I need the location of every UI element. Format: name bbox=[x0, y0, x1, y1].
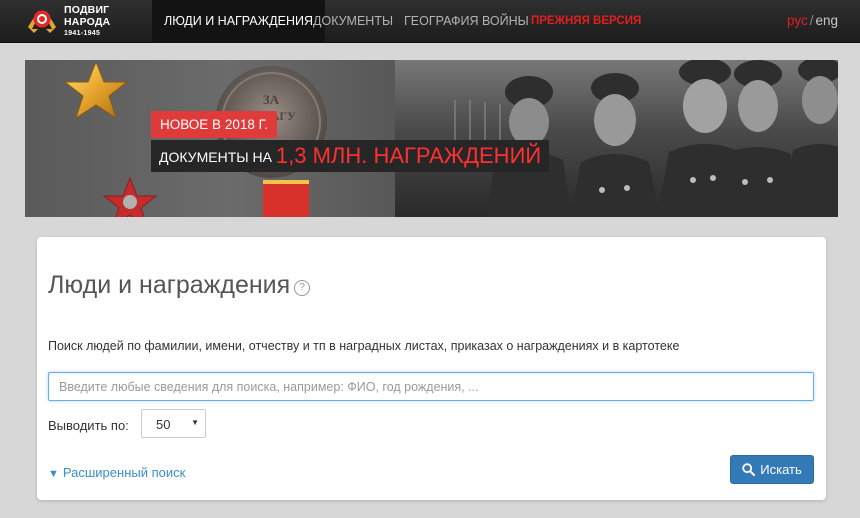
banner-artwork: ЗА ОТВАГУ bbox=[63, 60, 838, 217]
lang-separator: / bbox=[809, 13, 814, 28]
banner-headline-highlight: 1,3 МЛН. НАГРАЖДЕНИЙ bbox=[275, 143, 542, 168]
nav-people-awards[interactable]: ЛЮДИ И НАГРАЖДЕНИЯ bbox=[152, 0, 326, 42]
nav-war-geography[interactable]: ГЕОГРАФИЯ ВОЙНЫ bbox=[404, 0, 529, 42]
per-page-label: Выводить по: bbox=[48, 418, 129, 433]
advanced-search-link[interactable]: ▼ Расширенный поиск bbox=[48, 465, 185, 480]
search-button[interactable]: Искать bbox=[730, 455, 814, 484]
medal-text-1: ЗА bbox=[263, 92, 280, 107]
top-navbar: ПОДВИГ НАРОДА 1941-1945 ЛЮДИ И НАГРАЖДЕН… bbox=[0, 0, 860, 43]
red-ribbon bbox=[263, 180, 309, 217]
per-page-select[interactable]: 50 ▼ bbox=[141, 409, 206, 438]
banner-headline: ДОКУМЕНТЫ НА 1,3 МЛН. НАГРАЖДЕНИЙ bbox=[151, 140, 550, 172]
logo-line-2: НАРОДА bbox=[64, 15, 111, 28]
search-icon bbox=[742, 463, 756, 476]
lang-ru[interactable]: рус bbox=[787, 13, 808, 28]
per-page-value: 50 bbox=[156, 417, 171, 432]
help-icon[interactable]: ? bbox=[294, 280, 311, 296]
logo-line-1: ПОДВИГ bbox=[64, 4, 110, 16]
triangle-down-icon: ▼ bbox=[48, 468, 59, 480]
logo-years: 1941-1945 bbox=[64, 30, 101, 37]
nav-documents[interactable]: ДОКУМЕНТЫ bbox=[313, 0, 393, 42]
site-logo[interactable]: ПОДВИГ НАРОДА 1941-1945 bbox=[24, 3, 124, 39]
logo-emblem-icon bbox=[28, 10, 56, 33]
advanced-search-label: Расширенный поиск bbox=[62, 465, 186, 480]
language-switcher: рус / eng bbox=[787, 0, 838, 42]
nav-previous-version[interactable]: ПРЕЖНЯЯ ВЕРСИЯ bbox=[531, 0, 641, 42]
page-title-text: Люди и награждения bbox=[48, 271, 291, 299]
search-card: Люди и награждения? Поиск людей по фамил… bbox=[37, 237, 826, 500]
chevron-down-icon: ▼ bbox=[191, 418, 199, 427]
lang-en[interactable]: eng bbox=[815, 13, 838, 28]
search-button-label: Искать bbox=[760, 462, 802, 477]
page-title: Люди и награждения? bbox=[48, 271, 311, 300]
search-description: Поиск людей по фамилии, имени, отчеству … bbox=[48, 339, 680, 353]
search-input[interactable] bbox=[48, 372, 814, 401]
banner-headline-prefix: ДОКУМЕНТЫ НА bbox=[159, 149, 276, 165]
promo-banner[interactable]: ЗА ОТВАГУ bbox=[25, 60, 838, 217]
gold-star-icon bbox=[63, 60, 129, 120]
banner-badge-new: НОВОЕ В 2018 Г. bbox=[151, 111, 278, 138]
